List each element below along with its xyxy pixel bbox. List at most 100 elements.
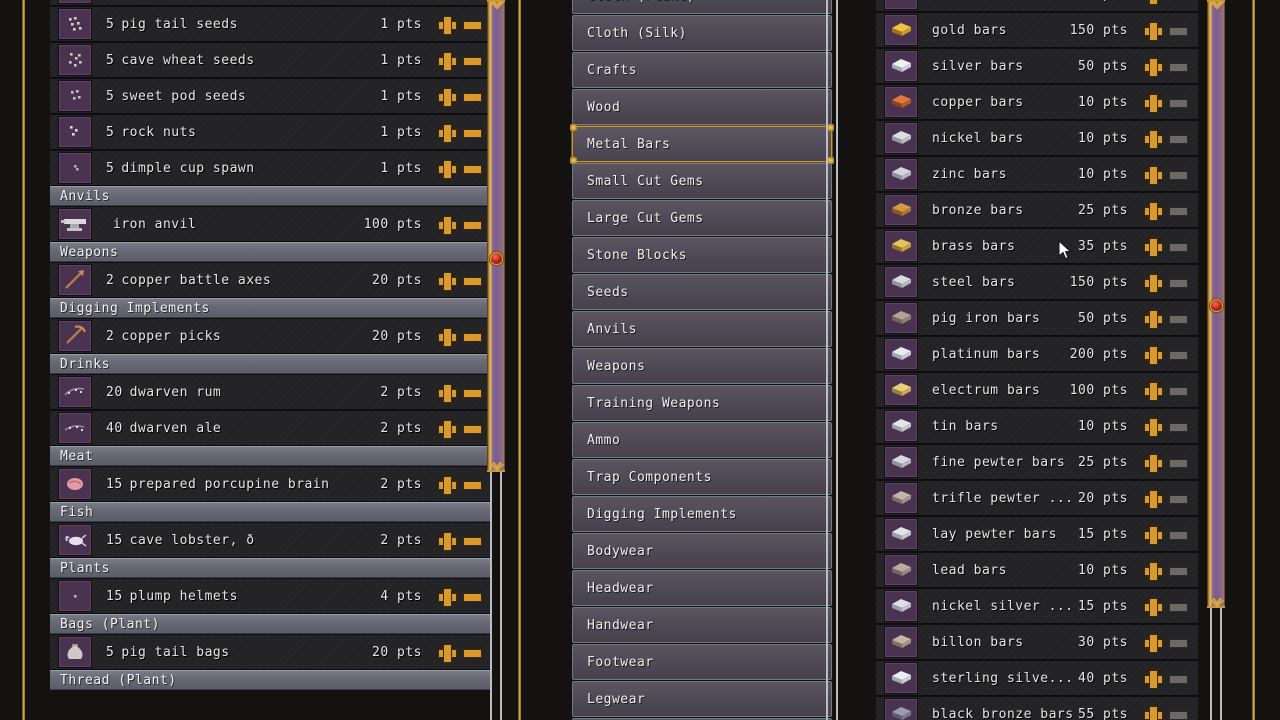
- list-item[interactable]: 15 prepared porcupine brain 2 pts: [50, 466, 492, 502]
- decrease-quantity-button[interactable]: [463, 272, 482, 289]
- left-scrollbar-thumb[interactable]: [487, 0, 505, 472]
- category-button-cloth-plant[interactable]: Cloth (Plant): [572, 0, 832, 14]
- list-item[interactable]: platinum bars 200 pts: [876, 336, 1198, 372]
- category-button-training-weapons[interactable]: Training Weapons: [572, 385, 832, 421]
- list-item[interactable]: fine pewter bars 25 pts: [876, 444, 1198, 480]
- selected-items-list[interactable]: 5 pig tail seeds 1 pts 5 cave wheat seeds 1 p…: [50, 0, 492, 720]
- increase-quantity-button[interactable]: [438, 475, 457, 495]
- list-item[interactable]: zinc bars 10 pts: [876, 156, 1198, 192]
- decrease-quantity-button[interactable]: [463, 160, 482, 177]
- category-button-ammo[interactable]: Ammo: [572, 422, 832, 458]
- category-button-seeds[interactable]: Seeds: [572, 274, 832, 310]
- right-scrollbar[interactable]: [1206, 0, 1226, 720]
- list-item[interactable]: 5 cave wheat seeds 1 pts: [50, 42, 492, 78]
- increase-quantity-button[interactable]: [1144, 453, 1163, 473]
- list-item[interactable]: iron anvil 100 pts: [50, 206, 492, 242]
- increase-quantity-button[interactable]: [1144, 93, 1163, 113]
- decrease-quantity-button[interactable]: [463, 88, 482, 105]
- list-item[interactable]: 15 cave lobster, ð 2 pts: [50, 522, 492, 558]
- category-button-wood[interactable]: Wood: [572, 89, 832, 125]
- list-item[interactable]: trifle pewter ... 20 pts: [876, 480, 1198, 516]
- category-button-cloth-silk[interactable]: Cloth (Silk): [572, 15, 832, 51]
- category-button-small-cut-gems[interactable]: Small Cut Gems: [572, 163, 832, 199]
- increase-quantity-button[interactable]: [1144, 633, 1163, 653]
- increase-quantity-button[interactable]: [1144, 705, 1163, 720]
- list-item[interactable]: silver bars 50 pts: [876, 48, 1198, 84]
- list-item[interactable]: lay pewter bars 15 pts: [876, 516, 1198, 552]
- scroll-down-chevron-icon[interactable]: [1209, 598, 1225, 607]
- increase-quantity-button[interactable]: [438, 271, 457, 291]
- right-scrollbar-thumb[interactable]: [1207, 0, 1225, 608]
- decrease-quantity-button[interactable]: [463, 384, 482, 401]
- scroll-down-chevron-icon[interactable]: [489, 462, 505, 471]
- category-button-legwear[interactable]: Legwear: [572, 681, 832, 717]
- list-item[interactable]: 20 dwarven rum 2 pts: [50, 374, 492, 410]
- category-button-bodywear[interactable]: Bodywear: [572, 533, 832, 569]
- increase-quantity-button[interactable]: [1144, 417, 1163, 437]
- list-item[interactable]: bronze bars 25 pts: [876, 192, 1198, 228]
- increase-quantity-button[interactable]: [1144, 669, 1163, 689]
- category-list[interactable]: Cloth (Plant) Cloth (Silk) Crafts Wood Metal…: [566, 0, 838, 720]
- decrease-quantity-button[interactable]: [463, 476, 482, 493]
- increase-quantity-button[interactable]: [438, 531, 457, 551]
- decrease-quantity-button[interactable]: [463, 216, 482, 233]
- list-item[interactable]: pig iron bars 50 pts: [876, 300, 1198, 336]
- list-item[interactable]: 15 plump helmets 4 pts: [50, 578, 492, 614]
- increase-quantity-button[interactable]: [438, 159, 457, 179]
- list-item[interactable]: brass bars 35 pts: [876, 228, 1198, 264]
- list-item[interactable]: 2 copper battle axes 20 pts: [50, 262, 492, 298]
- list-item[interactable]: 5 pig tail bags 20 pts: [50, 634, 492, 670]
- list-item[interactable]: sterling silve... 40 pts: [876, 660, 1198, 696]
- decrease-quantity-button[interactable]: [463, 644, 482, 661]
- increase-quantity-button[interactable]: [438, 383, 457, 403]
- increase-quantity-button[interactable]: [438, 327, 457, 347]
- increase-quantity-button[interactable]: [1144, 0, 1161, 5]
- list-item[interactable]: 5 pig tail seeds 1 pts: [50, 6, 492, 42]
- increase-quantity-button[interactable]: [438, 587, 457, 607]
- increase-quantity-button[interactable]: [438, 87, 457, 107]
- decrease-quantity-button[interactable]: [463, 532, 482, 549]
- increase-quantity-button[interactable]: [438, 215, 457, 235]
- increase-quantity-button[interactable]: [1144, 345, 1163, 365]
- category-button-metal-bars[interactable]: Metal Bars: [570, 124, 834, 164]
- list-item[interactable]: electrum bars 100 pts: [876, 372, 1198, 408]
- category-button-headwear[interactable]: Headwear: [572, 570, 832, 606]
- list-item[interactable]: billon bars 30 pts: [876, 624, 1198, 660]
- category-button-large-cut-gems[interactable]: Large Cut Gems: [572, 200, 832, 236]
- category-button-digging-implements[interactable]: Digging Implements: [572, 496, 832, 532]
- increase-quantity-button[interactable]: [438, 51, 457, 71]
- category-button-weapons[interactable]: Weapons: [572, 348, 832, 384]
- category-button-stone-blocks[interactable]: Stone Blocks: [572, 237, 832, 273]
- list-item[interactable]: iron bars 30 pts: [876, 0, 1198, 12]
- scroll-up-chevron-icon[interactable]: [489, 1, 505, 10]
- scroll-up-chevron-icon[interactable]: [1209, 1, 1225, 10]
- list-item[interactable]: 2 copper picks 20 pts: [50, 318, 492, 354]
- list-item[interactable]: black bronze bars 55 pts: [876, 696, 1198, 720]
- list-item[interactable]: lead bars 10 pts: [876, 552, 1198, 588]
- middle-scrollbar[interactable]: [822, 0, 842, 720]
- list-item[interactable]: nickel bars 10 pts: [876, 120, 1198, 156]
- list-item[interactable]: nickel silver ... 15 pts: [876, 588, 1198, 624]
- increase-quantity-button[interactable]: [1144, 165, 1163, 185]
- increase-quantity-button[interactable]: [1144, 57, 1163, 77]
- decrease-quantity-button[interactable]: [463, 16, 482, 33]
- increase-quantity-button[interactable]: [1144, 129, 1163, 149]
- increase-quantity-button[interactable]: [438, 643, 457, 663]
- increase-quantity-button[interactable]: [1144, 489, 1163, 509]
- list-item[interactable]: tin bars 10 pts: [876, 408, 1198, 444]
- list-item[interactable]: 5 dimple cup spawn 1 pts: [50, 150, 492, 186]
- category-button-trap-components[interactable]: Trap Components: [572, 459, 832, 495]
- category-button-footwear[interactable]: Footwear: [572, 644, 832, 680]
- increase-quantity-button[interactable]: [1144, 21, 1163, 41]
- category-button-crafts[interactable]: Crafts: [572, 52, 832, 88]
- list-item[interactable]: 40 dwarven ale 2 pts: [50, 410, 492, 446]
- list-item[interactable]: 5 sweet pod seeds 1 pts: [50, 78, 492, 114]
- increase-quantity-button[interactable]: [1144, 561, 1163, 581]
- category-button-handwear[interactable]: Handwear: [572, 607, 832, 643]
- increase-quantity-button[interactable]: [1144, 381, 1163, 401]
- list-item[interactable]: gold bars 150 pts: [876, 12, 1198, 48]
- increase-quantity-button[interactable]: [1144, 273, 1163, 293]
- decrease-quantity-button[interactable]: [463, 124, 482, 141]
- increase-quantity-button[interactable]: [1144, 237, 1163, 257]
- increase-quantity-button[interactable]: [1144, 597, 1163, 617]
